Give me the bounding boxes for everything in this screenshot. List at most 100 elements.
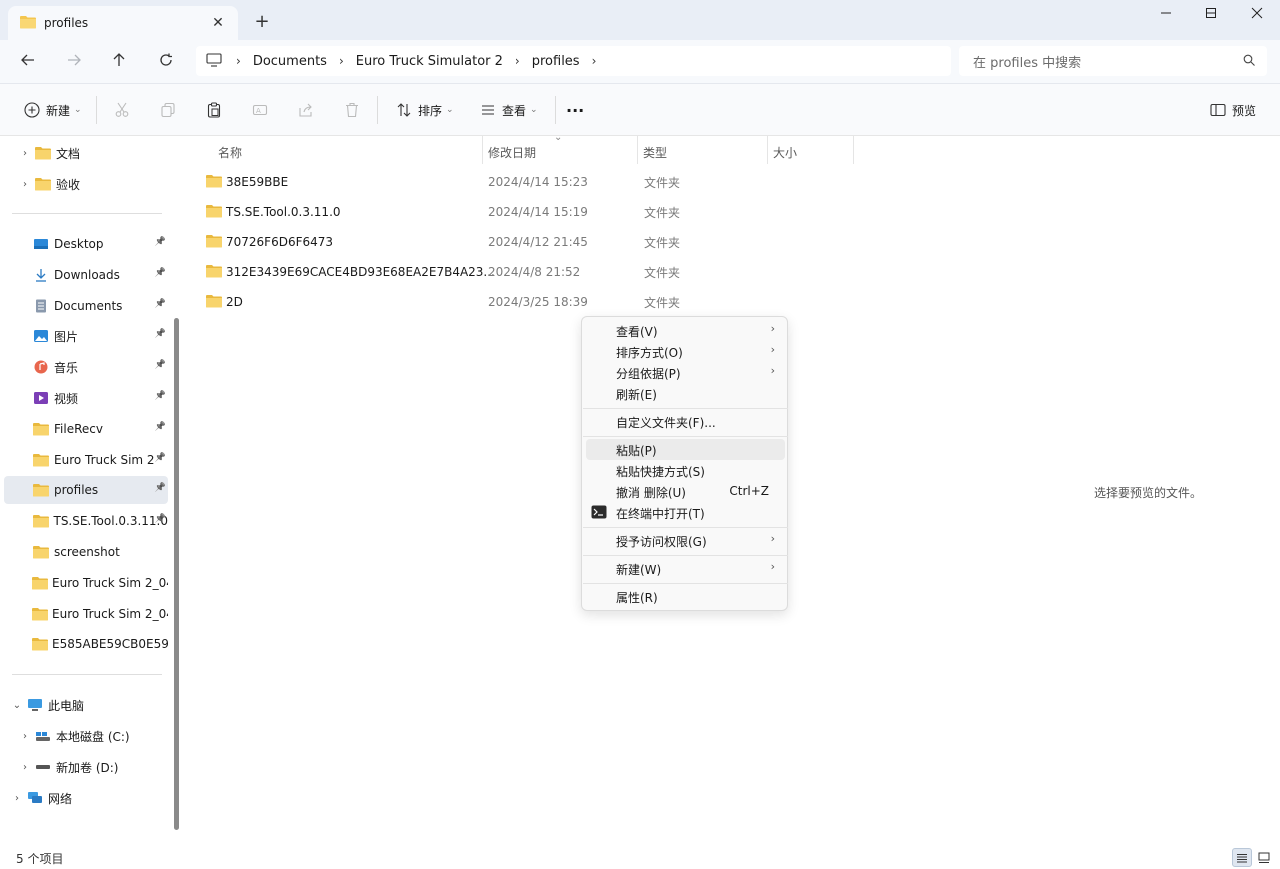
menu-item-label: 刷新(E) bbox=[616, 388, 657, 402]
tab-close-button[interactable]: ✕ bbox=[204, 15, 232, 31]
delete-button[interactable] bbox=[338, 96, 366, 124]
search-input[interactable]: 在 profiles 中搜索 bbox=[959, 46, 1267, 76]
refresh-button[interactable] bbox=[150, 48, 182, 76]
tab-profiles[interactable]: profiles ✕ bbox=[8, 6, 238, 40]
maximize-button[interactable] bbox=[1188, 0, 1234, 30]
view-button[interactable]: 查看 ⌄ bbox=[474, 96, 538, 124]
sidebar-item-[interactable]: 图片 📌 bbox=[4, 322, 168, 350]
file-row[interactable]: 312E3439E69CACE4BD93E68EA2E7B4A23... 2024… bbox=[200, 258, 850, 286]
copy-button[interactable] bbox=[154, 96, 182, 124]
pin-icon[interactable]: 📌 bbox=[155, 299, 166, 309]
menu-item-undo-delete[interactable]: 撤消 删除(U) Ctrl+Z bbox=[586, 481, 785, 502]
breadcrumb-documents[interactable]: Documents bbox=[253, 54, 327, 69]
menu-item-sort[interactable]: 排序方式(O) › bbox=[586, 341, 785, 362]
sidebar-item-[interactable]: 音乐 📌 bbox=[4, 353, 168, 381]
sidebar-item-drive-d[interactable]: › 新加卷 (D:) bbox=[16, 753, 180, 781]
file-row[interactable]: TS.SE.Tool.0.3.11.0 2024/4/14 15:19 文件夹 bbox=[200, 198, 850, 226]
sidebar-item-this-pc[interactable]: ⌄ 此电脑 bbox=[8, 691, 172, 719]
forward-button[interactable] bbox=[58, 48, 90, 76]
file-modified: 2024/4/8 21:52 bbox=[488, 265, 581, 279]
menu-item-new[interactable]: 新建(W) › bbox=[586, 558, 785, 579]
menu-item-paste-shortcut[interactable]: 粘贴快捷方式(S) bbox=[586, 460, 785, 481]
pin-icon[interactable]: 📌 bbox=[155, 514, 166, 524]
address-bar[interactable]: › Documents › Euro Truck Simulator 2 › p… bbox=[196, 46, 951, 76]
breadcrumb-euro-truck[interactable]: Euro Truck Simulator 2 bbox=[356, 54, 503, 69]
pin-icon[interactable]: 📌 bbox=[155, 329, 166, 339]
breadcrumb-profiles[interactable]: profiles bbox=[532, 54, 580, 69]
column-header-modified[interactable]: 修改日期 bbox=[488, 144, 536, 161]
minimize-button-2[interactable] bbox=[1143, 0, 1189, 30]
pin-icon[interactable]: 📌 bbox=[155, 237, 166, 247]
sidebar-item-profiles[interactable]: profiles 📌 bbox=[4, 476, 168, 505]
file-row[interactable]: 70726F6D6F6473 2024/4/12 21:45 文件夹 bbox=[200, 228, 850, 256]
paste-button[interactable] bbox=[200, 96, 228, 124]
menu-item-give-access[interactable]: 授予访问权限(G) › bbox=[586, 530, 785, 551]
menu-item-label: 属性(R) bbox=[616, 591, 658, 605]
chevron-right-icon[interactable]: › bbox=[339, 54, 344, 68]
menu-item-view[interactable]: 查看(V) › bbox=[586, 320, 785, 341]
tiles-view-icon bbox=[1258, 852, 1270, 863]
column-header-name[interactable]: 名称 bbox=[218, 144, 242, 161]
folder-icon bbox=[34, 144, 52, 162]
sidebar-item-acceptance[interactable]: › 验收 bbox=[16, 170, 180, 198]
column-divider[interactable] bbox=[853, 136, 854, 164]
more-options-button[interactable]: ··· bbox=[566, 96, 584, 124]
menu-item-refresh[interactable]: 刷新(E) bbox=[586, 383, 785, 404]
chevron-right-icon[interactable]: › bbox=[515, 54, 520, 68]
chevron-down-icon[interactable]: ⌄ bbox=[8, 700, 26, 711]
details-view-button[interactable] bbox=[1232, 848, 1252, 867]
sidebar-item-screenshot[interactable]: screenshot bbox=[4, 538, 168, 566]
up-button[interactable] bbox=[103, 48, 135, 76]
pin-icon[interactable]: 📌 bbox=[155, 453, 166, 463]
menu-item-customize-folder[interactable]: 自定义文件夹(F)... bbox=[586, 411, 785, 432]
file-row[interactable]: 38E59BBE 2024/4/14 15:23 文件夹 bbox=[200, 168, 850, 196]
column-header-size[interactable]: 大小 bbox=[773, 144, 797, 161]
pin-icon[interactable]: 📌 bbox=[155, 483, 166, 493]
column-header-type[interactable]: 类型 bbox=[643, 144, 667, 161]
sidebar-item-euro-truck-sim-2-04[interactable]: Euro Truck Sim 2_04- bbox=[4, 600, 168, 628]
preview-pane-button[interactable]: 预览 bbox=[1204, 96, 1256, 124]
column-divider[interactable] bbox=[767, 136, 768, 164]
sidebar-item-euro-truck-sim-2-04[interactable]: Euro Truck Sim 2_04- bbox=[4, 569, 168, 597]
sidebar-item-drive-c[interactable]: › 本地磁盘 (C:) bbox=[16, 722, 180, 750]
menu-item-open-terminal[interactable]: 在终端中打开(T) bbox=[586, 502, 785, 523]
sidebar-item-documents[interactable]: Documents 📌 bbox=[4, 292, 168, 320]
sidebar-item-network[interactable]: › 网络 bbox=[8, 784, 172, 812]
menu-item-properties[interactable]: 属性(R) bbox=[586, 586, 785, 607]
sidebar-scrollbar[interactable] bbox=[174, 318, 179, 830]
new-button[interactable]: 新建 ⌄ bbox=[18, 96, 82, 124]
sidebar-item-documents-tree[interactable]: › 文档 bbox=[16, 139, 180, 167]
share-button[interactable] bbox=[292, 96, 320, 124]
menu-item-paste[interactable]: 粘贴(P) bbox=[586, 439, 785, 460]
menu-separator bbox=[583, 583, 788, 584]
close-window-button[interactable] bbox=[1234, 0, 1280, 30]
pin-icon[interactable]: 📌 bbox=[155, 422, 166, 432]
column-divider[interactable] bbox=[637, 136, 638, 164]
back-button[interactable] bbox=[12, 48, 44, 76]
file-row[interactable]: 2D 2024/3/25 18:39 文件夹 bbox=[200, 288, 850, 316]
sidebar-item-downloads[interactable]: Downloads 📌 bbox=[4, 261, 168, 289]
chevron-right-icon[interactable]: › bbox=[16, 731, 34, 742]
cut-button[interactable] bbox=[108, 96, 136, 124]
chevron-right-icon[interactable]: › bbox=[592, 54, 597, 68]
sidebar-item-euro-truck-sim-2[interactable]: Euro Truck Sim 2 📌 bbox=[4, 446, 168, 474]
menu-item-group[interactable]: 分组依据(P) › bbox=[586, 362, 785, 383]
sort-button[interactable]: 排序 ⌄ bbox=[390, 96, 454, 124]
sidebar-item-desktop[interactable]: Desktop 📌 bbox=[4, 230, 168, 258]
tiles-view-button[interactable] bbox=[1254, 848, 1274, 867]
sidebar-item-[interactable]: 视频 📌 bbox=[4, 384, 168, 412]
chevron-right-icon[interactable]: › bbox=[8, 793, 26, 804]
sidebar-item-filerecv[interactable]: FileRecv 📌 bbox=[4, 415, 168, 443]
pin-icon[interactable]: 📌 bbox=[155, 268, 166, 278]
pin-icon[interactable]: 📌 bbox=[155, 360, 166, 370]
sidebar-item-ts-se-tool-0-3-11-0[interactable]: TS.SE.Tool.0.3.11.0 📌 bbox=[4, 507, 168, 535]
rename-button[interactable]: A bbox=[246, 96, 274, 124]
details-view-icon bbox=[1237, 853, 1247, 862]
pin-icon[interactable]: 📌 bbox=[155, 391, 166, 401]
chevron-right-icon[interactable]: › bbox=[16, 179, 34, 190]
chevron-right-icon[interactable]: › bbox=[16, 762, 34, 773]
chevron-right-icon[interactable]: › bbox=[16, 148, 34, 159]
new-tab-button[interactable]: + bbox=[250, 10, 274, 34]
sidebar-item-e585abe59cb0e59be[interactable]: E585ABE59CB0E59BE bbox=[4, 630, 168, 658]
column-divider[interactable] bbox=[482, 136, 483, 164]
